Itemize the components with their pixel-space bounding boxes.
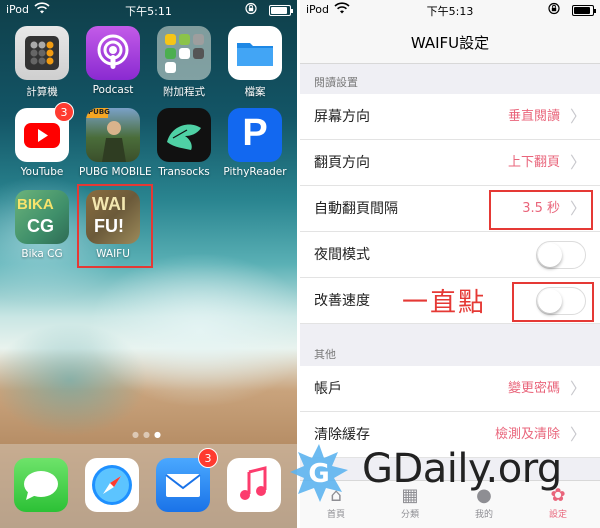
night-mode-toggle[interactable] [536, 241, 586, 269]
watermark: G GDaily.org [286, 438, 600, 508]
tab-label: 分類 [400, 510, 419, 520]
app-label: 計算機 [26, 86, 58, 98]
orientation-lock-icon [245, 2, 257, 18]
status-bar: iPod 下午5:13 [300, 0, 600, 22]
bika-logo-bottom: CG [27, 216, 54, 236]
app-pithyreader[interactable]: P PithyReader [221, 108, 289, 178]
row-title: 翻頁方向 [314, 155, 370, 171]
mail-badge: 3 [198, 448, 218, 468]
battery-icon [269, 5, 293, 16]
app-label: 附加程式 [163, 86, 205, 98]
folder-icon [157, 26, 211, 80]
app-folder-extras[interactable]: 附加程式 [150, 26, 218, 99]
app-youtube[interactable]: 3 YouTube [8, 102, 76, 178]
row-title: 帳戶 [314, 381, 342, 397]
chevron-right-icon: 〉 [569, 153, 586, 172]
section-header-other: 其他 [314, 348, 336, 361]
pubg-logo-text: PUBG [88, 108, 110, 116]
app-label: 檔案 [244, 86, 266, 98]
pubg-icon: PUBG [86, 108, 140, 162]
orientation-lock-icon [548, 2, 560, 18]
highlight-box-waifu-app [77, 184, 153, 268]
app-label: Transocks [158, 166, 210, 178]
app-label: Bika CG [21, 248, 63, 260]
status-bar: iPod 下午5:11 [0, 0, 297, 20]
chevron-right-icon: 〉 [569, 379, 586, 398]
row-title: 屏幕方向 [314, 109, 370, 125]
highlight-box-speed-toggle [512, 282, 594, 322]
app-pubg-mobile[interactable]: PUBG PUBG MOBILE [79, 108, 152, 178]
tab-label: 設定 [548, 510, 567, 520]
music-icon[interactable] [227, 458, 281, 512]
highlight-box-interval [489, 190, 593, 230]
toggle-knob [538, 243, 562, 267]
dock: 3 [0, 444, 297, 528]
row-night-mode: 夜間模式 [300, 232, 600, 278]
files-folder-icon [228, 26, 282, 80]
row-title: 自動翻頁間隔 [314, 201, 398, 217]
page-indicator: ●●● [132, 430, 165, 439]
chevron-right-icon: 〉 [569, 107, 586, 126]
safari-icon[interactable] [85, 458, 139, 512]
podcast-icon [86, 26, 140, 80]
nav-title: WAIFU設定 [300, 22, 600, 64]
section-header-reading: 閱讀設置 [314, 76, 358, 89]
bika-icon: BIKA CG [15, 190, 69, 244]
app-transocks[interactable]: Transocks [150, 108, 218, 178]
gdaily-logo-icon: G [286, 440, 352, 506]
tab-label: 首頁 [326, 510, 345, 520]
tab-label: 我的 [474, 510, 493, 520]
app-calculator[interactable]: 計算機 [8, 26, 76, 99]
row-value: 垂直閱讀 [507, 109, 560, 124]
app-label: Podcast [92, 84, 134, 96]
home-screen: iPod 下午5:11 計算機 Podcast 附加程式 檔案 3 YouTub… [0, 0, 297, 528]
pithyreader-icon: P [228, 108, 282, 162]
gdaily-logo-letter: G [308, 459, 329, 489]
calculator-icon [15, 26, 69, 80]
app-bika-cg[interactable]: BIKA CG Bika CG [8, 190, 76, 260]
app-label: PUBG MOBILE [79, 166, 152, 178]
app-podcast[interactable]: Podcast [79, 26, 147, 96]
row-title: 夜間模式 [314, 247, 370, 263]
app-label: PithyReader [223, 166, 287, 178]
app-label: YouTube [20, 166, 64, 178]
watermark-text: GDaily.org [362, 446, 562, 492]
app-files[interactable]: 檔案 [221, 26, 289, 99]
row-title: 改善速度 [314, 293, 370, 309]
transocks-icon [157, 108, 211, 162]
row-account[interactable]: 帳戶 變更密碼 〉 [300, 366, 600, 412]
row-page-direction[interactable]: 翻頁方向 上下翻頁 〉 [300, 140, 600, 186]
annotation-keep-tapping: 一直點 [402, 288, 487, 318]
row-screen-orientation[interactable]: 屏幕方向 垂直閱讀 〉 [300, 94, 600, 140]
row-value: 變更密碼 [507, 381, 560, 396]
pithy-logo-text: P [242, 112, 268, 154]
battery-icon [572, 5, 596, 16]
notification-badge: 3 [54, 102, 74, 122]
messages-icon[interactable] [14, 458, 68, 512]
bika-logo-top: BIKA [17, 196, 54, 213]
row-value: 上下翻頁 [507, 155, 560, 170]
